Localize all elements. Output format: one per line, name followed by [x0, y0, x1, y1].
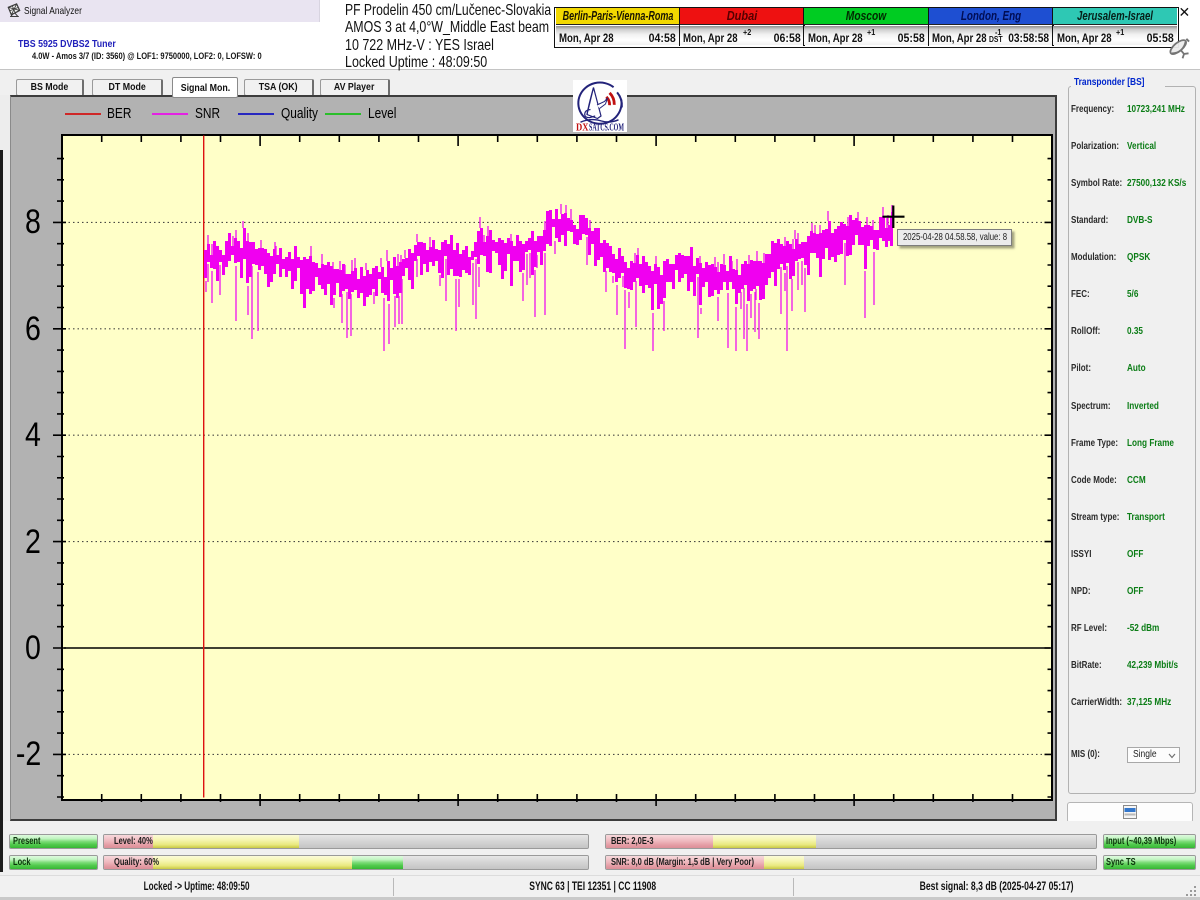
svg-text:SATCS.COM: SATCS.COM — [589, 123, 624, 133]
svg-text:DX: DX — [576, 123, 589, 133]
